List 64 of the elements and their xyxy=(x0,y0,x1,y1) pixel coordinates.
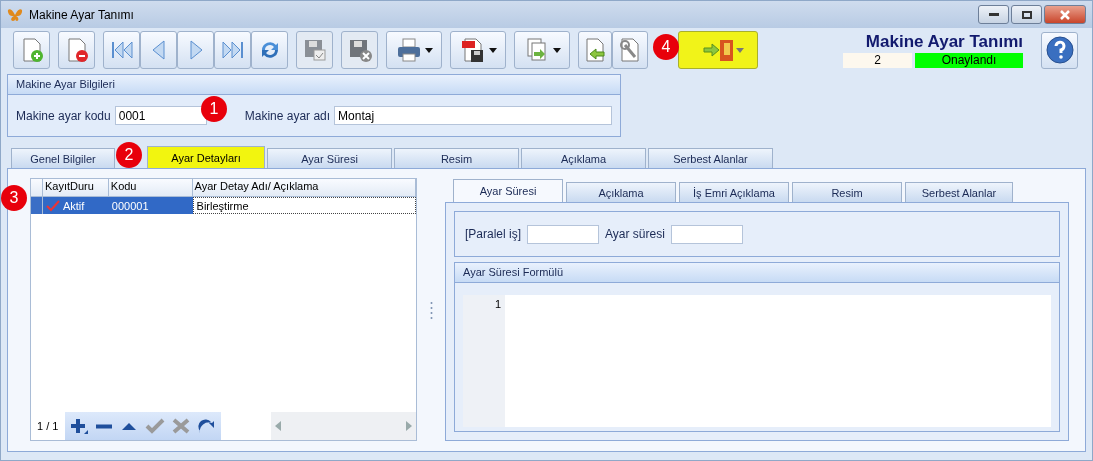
callout-marker: 2 xyxy=(116,142,142,168)
field-label: Makine ayar adı xyxy=(244,108,331,123)
tab[interactable]: Resim xyxy=(792,182,902,202)
input-field[interactable] xyxy=(670,224,743,244)
butterfly-icon xyxy=(7,7,23,22)
field-label: [Paralel iş] xyxy=(465,227,522,241)
column-header[interactable]: Kodu xyxy=(108,179,193,196)
tab[interactable]: Genel Bilgiler xyxy=(11,148,115,168)
printer-icon xyxy=(395,37,422,63)
callout-marker: 4 xyxy=(653,34,679,60)
tab[interactable]: Serbest Alanlar xyxy=(905,182,1013,202)
field-label: Makine ayar kodu xyxy=(16,108,111,123)
table-cell: Birleştirme xyxy=(192,197,416,214)
callout-marker: 3 xyxy=(1,185,27,211)
page-indicator: 1 / 1 xyxy=(36,420,60,432)
tab[interactable]: İş Emri Açıklama xyxy=(679,182,789,202)
row-selector[interactable] xyxy=(31,197,43,214)
group-title: Makine Ayar Bilgileri xyxy=(8,75,620,95)
record-number: 2 xyxy=(843,53,912,68)
caret-icon xyxy=(488,47,497,53)
add-icon xyxy=(69,417,89,435)
remove-icon xyxy=(95,423,113,429)
navigator-button[interactable] xyxy=(95,423,113,429)
scroll-right-icon xyxy=(406,421,412,431)
horizontal-scrollbar[interactable] xyxy=(271,412,416,440)
help-button[interactable] xyxy=(1041,31,1078,69)
input-field[interactable]: Montaj xyxy=(334,106,612,125)
table-cell: 000001 xyxy=(108,197,193,214)
check-icon xyxy=(145,417,165,435)
column-header[interactable]: Ayar Detay Adı/ Açıklama xyxy=(192,179,416,196)
tab[interactable]: Ayar Süresi xyxy=(267,148,392,168)
tab[interactable]: Resim xyxy=(394,148,519,168)
status-label: Onaylandı xyxy=(915,53,1023,68)
field-label: Ayar süresi xyxy=(605,227,665,241)
window-title: Makine Ayar Tanımı xyxy=(29,7,134,22)
scroll-left-icon xyxy=(275,421,281,431)
caret-icon xyxy=(552,47,561,53)
input-field[interactable] xyxy=(527,224,600,244)
minimize-button[interactable] xyxy=(978,5,1009,24)
column-header[interactable]: KayıtDuru xyxy=(42,179,109,196)
help-icon xyxy=(1044,35,1075,65)
exit-button[interactable] xyxy=(678,31,758,69)
tab[interactable]: Serbest Alanlar xyxy=(648,148,773,168)
close-button[interactable] xyxy=(1044,5,1086,24)
input-field[interactable]: 0001 xyxy=(114,106,207,125)
toolbar-button[interactable] xyxy=(450,31,506,69)
close-icon xyxy=(1059,9,1071,20)
tab[interactable]: Açıklama xyxy=(521,148,646,168)
restore-button[interactable] xyxy=(1011,5,1042,24)
group-title: Ayar Süresi Formülü xyxy=(455,263,1059,283)
pdf-save-icon xyxy=(459,37,486,63)
status-text: Aktif xyxy=(62,199,85,212)
navigator-button[interactable] xyxy=(69,417,89,435)
tab[interactable]: Ayar Süresi xyxy=(453,179,563,202)
line-number: 1 xyxy=(494,298,501,310)
cross-icon xyxy=(171,417,191,435)
splitter-handle[interactable] xyxy=(429,299,433,320)
caret-icon xyxy=(735,47,744,53)
restore-icon xyxy=(1021,10,1032,19)
form-title: Makine Ayar Tanımı xyxy=(865,32,1023,52)
caret-icon xyxy=(424,47,433,53)
tab[interactable]: Açıklama xyxy=(566,182,676,202)
tab[interactable]: Ayar Detayları xyxy=(147,146,265,168)
minimize-icon xyxy=(988,13,999,16)
